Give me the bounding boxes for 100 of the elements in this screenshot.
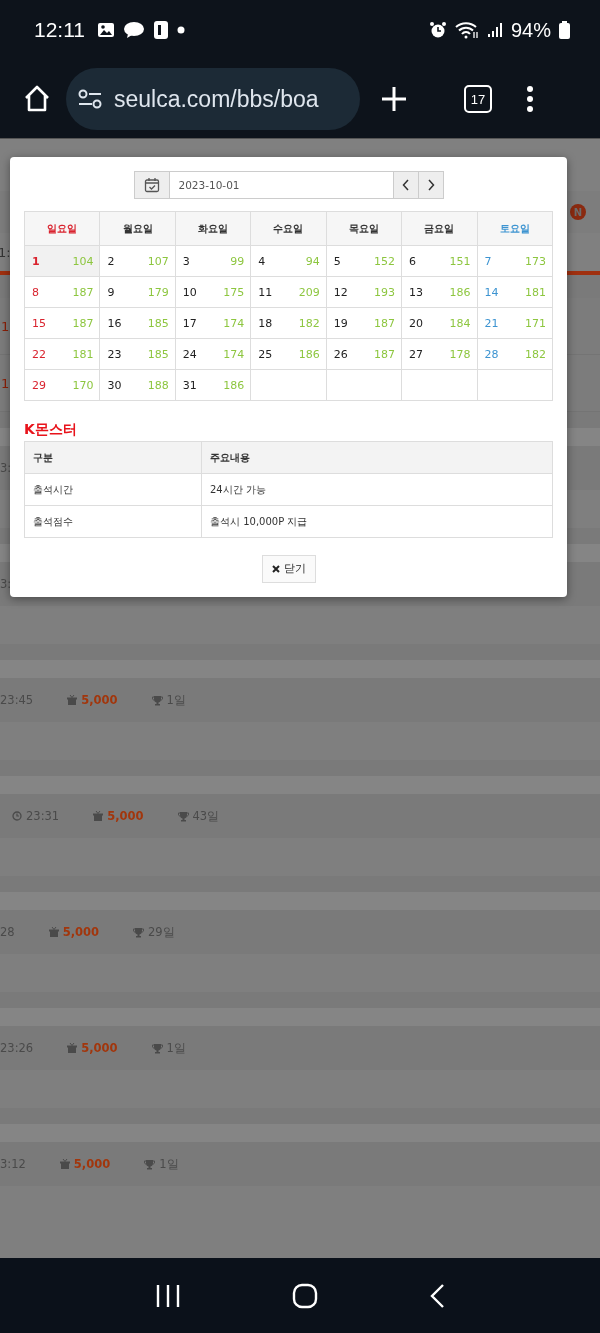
day-number: 5 — [333, 254, 341, 268]
attendance-count: 181 — [72, 347, 94, 361]
calendar-day-cell[interactable]: 1 104 — [24, 245, 100, 277]
attendance-count: 94 — [305, 254, 320, 268]
attendance-count: 187 — [374, 316, 396, 330]
calendar-day-cell[interactable]: 9 179 — [99, 276, 176, 308]
day-number: 25 — [258, 347, 273, 361]
attendance-count: 186 — [223, 378, 245, 392]
recent-apps-icon[interactable] — [155, 1283, 182, 1308]
post-points: 5,000 — [81, 1041, 118, 1055]
calendar-day-cell[interactable]: 20 184 — [401, 307, 478, 339]
post-points: 5,000 — [62, 925, 100, 939]
attendance-count: 181 — [525, 285, 546, 299]
day-number: 14 — [484, 285, 499, 299]
calendar-day-cell[interactable]: 16 185 — [99, 307, 176, 339]
attendance-count: 170 — [72, 378, 94, 392]
day-number: 30 — [107, 378, 122, 392]
attendance-count: 185 — [147, 347, 169, 361]
calendar-day-cell[interactable]: 10 175 — [175, 276, 251, 308]
status-time: 12:11 — [34, 18, 85, 42]
weekday-header: 금요일 — [401, 211, 478, 246]
day-number: 16 — [107, 316, 122, 330]
close-button[interactable]: 닫기 — [261, 555, 316, 583]
calendar-day-cell[interactable]: 27 178 — [401, 338, 478, 370]
weekday-header: 토요일 — [477, 211, 553, 246]
day-number: 8 — [32, 285, 39, 299]
calendar-day-cell[interactable]: 6 151 — [401, 245, 478, 277]
day-number: 12 — [333, 285, 348, 299]
calendar-day-cell[interactable]: 24 174 — [175, 338, 251, 370]
day-number: 15 — [32, 316, 46, 330]
attendance-count: 171 — [525, 316, 546, 330]
calendar-day-cell[interactable]: 18 182 — [250, 307, 327, 339]
calendar-day-cell[interactable]: 29 170 — [24, 369, 100, 401]
tab-count-button[interactable]: 17 — [464, 85, 492, 113]
weekday-header: 월요일 — [99, 211, 176, 246]
gift-icon — [93, 811, 104, 821]
trophy-icon — [151, 1042, 163, 1054]
calendar-day-cell[interactable]: 19 187 — [326, 307, 402, 339]
site-settings-icon[interactable] — [78, 89, 102, 109]
day-number: 23 — [107, 347, 122, 361]
signal-icon — [486, 22, 503, 38]
day-number: 7 — [484, 254, 492, 268]
battery-percent: 94% — [510, 18, 551, 42]
calendar-day-cell[interactable]: 11 209 — [250, 276, 327, 308]
day-number: 9 — [107, 285, 115, 299]
section-title: K몬스터 — [24, 421, 78, 439]
calendar-day-cell[interactable]: 2 107 — [99, 245, 176, 277]
day-number: 22 — [32, 347, 46, 361]
attendance-count: 209 — [298, 285, 320, 299]
day-number: 20 — [409, 316, 424, 330]
new-badge: N — [570, 204, 586, 220]
new-tab-icon[interactable] — [380, 85, 408, 113]
back-icon[interactable] — [428, 1282, 445, 1309]
calendar-day-cell[interactable]: 30 188 — [99, 369, 176, 401]
weekday-header: 목요일 — [326, 211, 402, 246]
home-button-icon[interactable] — [292, 1282, 318, 1309]
calendar-day-cell[interactable]: 5 152 — [326, 245, 402, 277]
calendar-day-cell[interactable]: 13 186 — [401, 276, 478, 308]
calendar-day-cell[interactable]: 3 99 — [175, 245, 251, 277]
post-title: 1 — [1, 318, 10, 334]
attendance-count: 174 — [223, 316, 245, 330]
b-letter-icon — [153, 21, 169, 39]
address-bar[interactable]: seulca.com/bbs/boa — [66, 68, 360, 130]
calendar-day-cell[interactable]: 17 174 — [175, 307, 251, 339]
calendar-day-cell[interactable]: 23 185 — [99, 338, 176, 370]
day-number: 26 — [333, 347, 348, 361]
attendance-count: 188 — [147, 378, 169, 392]
calendar-day-cell[interactable]: 15 187 — [24, 307, 100, 339]
day-number: 28 — [484, 347, 499, 361]
day-number: 24 — [182, 347, 197, 361]
attendance-count: 151 — [449, 254, 471, 268]
attendance-count: 152 — [374, 254, 396, 268]
attendance-count: 178 — [449, 347, 471, 361]
image-icon — [97, 22, 115, 38]
alarm-icon — [428, 21, 447, 39]
table-cell: 출석시간 — [24, 473, 202, 506]
battery-icon — [559, 21, 570, 39]
gift-icon — [59, 1159, 70, 1169]
calendar-day-cell[interactable]: 31 186 — [175, 369, 251, 401]
gift-icon — [67, 695, 78, 705]
calendar-day-cell[interactable]: 26 187 — [326, 338, 402, 370]
calendar-day-cell[interactable]: 4 94 — [250, 245, 327, 277]
calendar-day-cell[interactable]: 25 186 — [250, 338, 327, 370]
attendance-count: 175 — [223, 285, 245, 299]
attendance-count: 187 — [72, 316, 94, 330]
trophy-icon — [144, 1158, 156, 1170]
attendance-count: 186 — [449, 285, 471, 299]
column-header: 구분 — [24, 441, 202, 474]
gift-icon — [48, 927, 59, 937]
attendance-count: 99 — [230, 254, 245, 268]
day-number: 1 — [32, 254, 40, 268]
calendar-day-cell[interactable]: 22 181 — [24, 338, 100, 370]
column-header: 주요내용 — [201, 441, 553, 474]
calendar-day-cell[interactable]: 12 193 — [326, 276, 402, 308]
day-number: 27 — [409, 347, 424, 361]
post-points: 5,000 — [81, 693, 118, 707]
calendar-day-cell[interactable]: 8 187 — [24, 276, 100, 308]
chat-bubble-icon — [123, 21, 145, 39]
post-title: 1 — [1, 375, 10, 391]
more-menu-icon[interactable] — [526, 85, 534, 113]
